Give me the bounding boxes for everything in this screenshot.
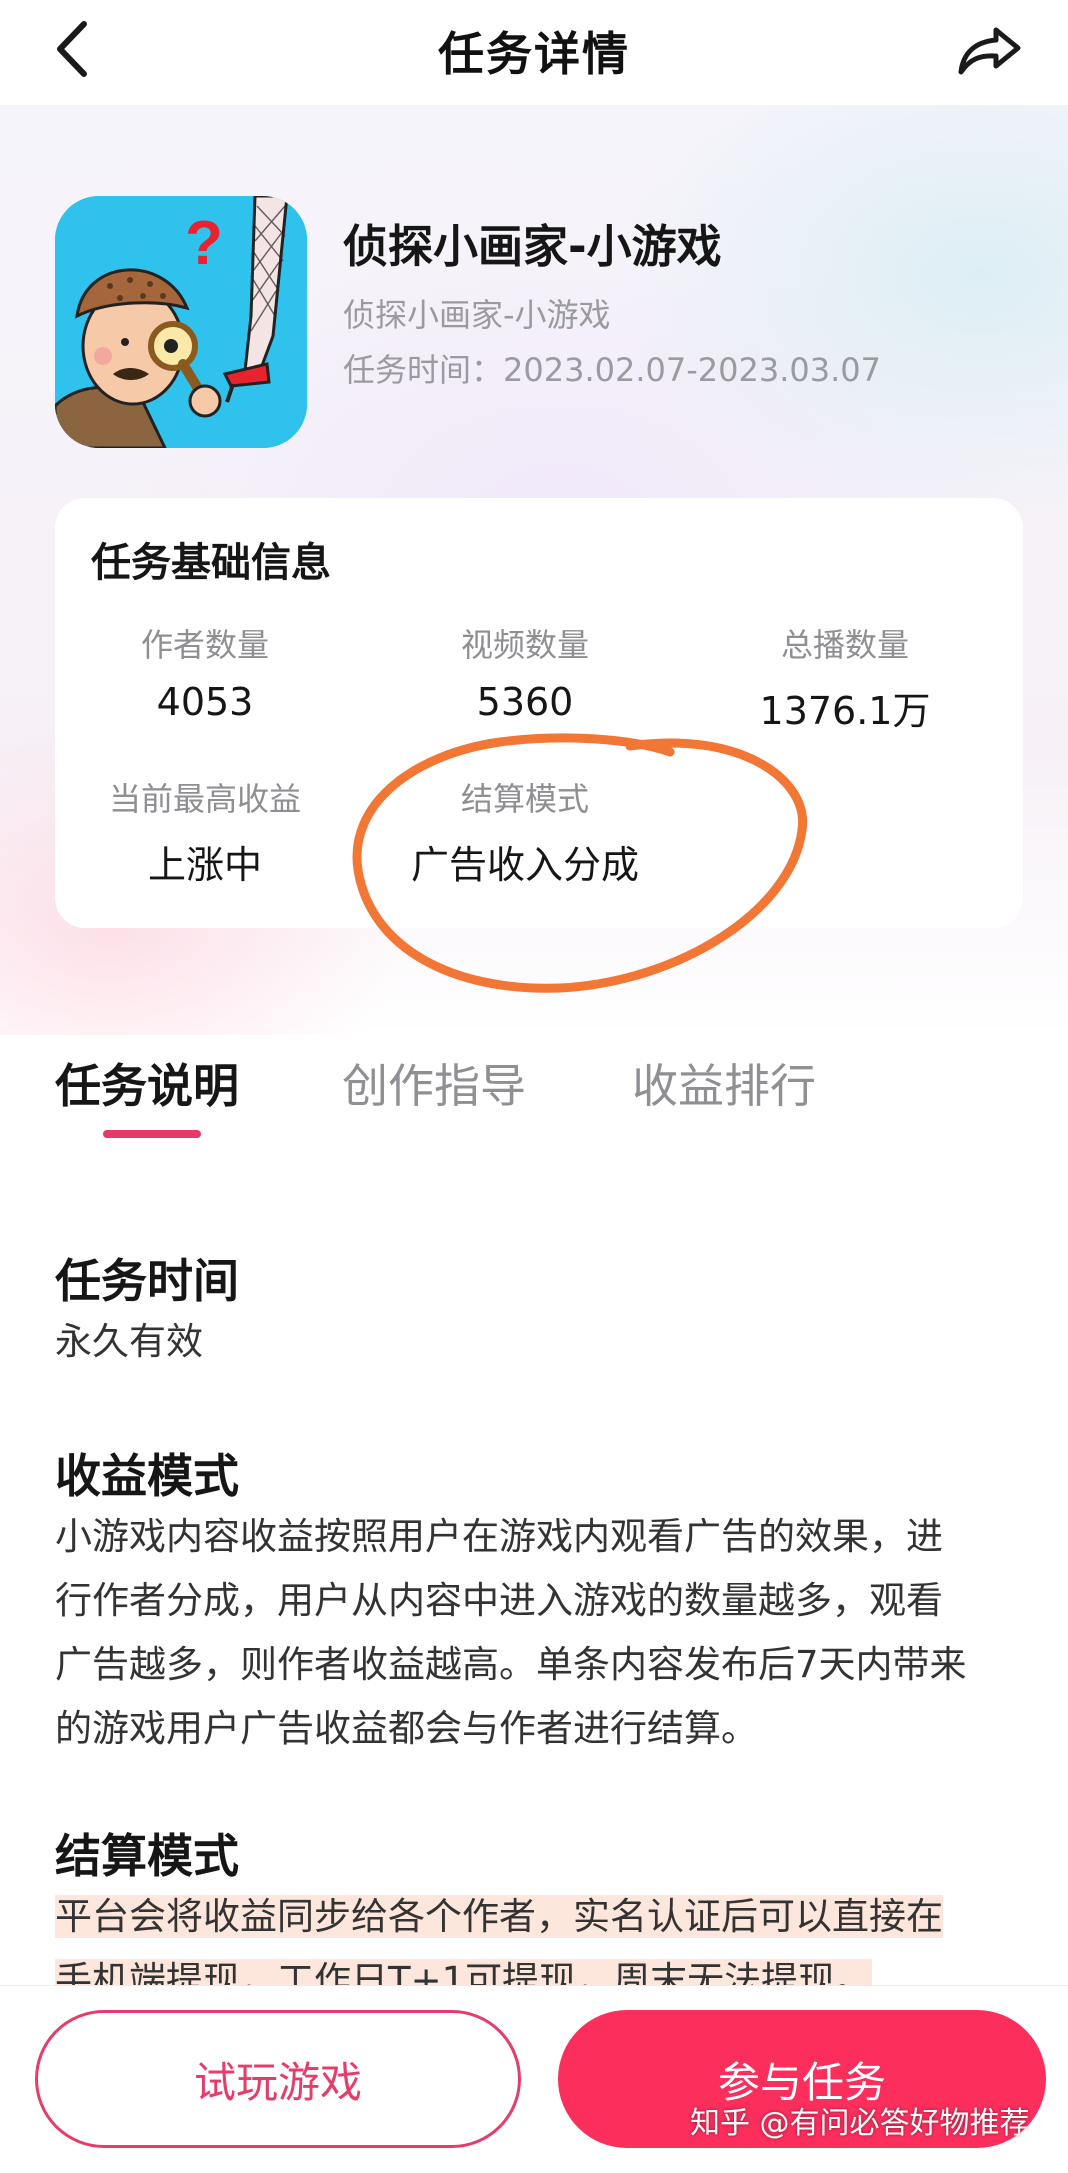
tab-task-description[interactable]: 任务说明: [55, 1050, 239, 1116]
try-game-button[interactable]: 试玩游戏: [35, 2010, 521, 2148]
text-line: 行作者分成，用户从内容中进入游戏的数量越多，观看: [55, 1579, 943, 1622]
text-line: 的游戏用户广告收益都会与作者进行结算。: [55, 1707, 758, 1750]
top-nav-bar: 任务详情: [0, 0, 1068, 105]
svg-text:?: ?: [185, 209, 223, 278]
app-subtitle: 侦探小画家-小游戏: [343, 296, 611, 334]
stat-settlement-mode: 结算模式 广告收入分成: [375, 774, 675, 889]
tab-creation-guide[interactable]: 创作指导: [342, 1050, 526, 1116]
stat-label: 结算模式: [460, 780, 589, 818]
stat-value: 1376.1万: [759, 689, 931, 733]
stat-video-count: 视频数量 5360: [375, 620, 675, 724]
task-basic-info-card: 任务基础信息 作者数量 4053 视频数量 5360 总播数量 1376.1万 …: [55, 498, 1023, 928]
stat-value: 广告收入分成: [410, 843, 639, 887]
detective-game-icon: ?: [55, 196, 307, 448]
bottom-action-bar: 试玩游戏 参与任务: [0, 1985, 1068, 2173]
tab-bar: 任务说明 创作指导 收益排行: [0, 1040, 1068, 1180]
stat-author-count: 作者数量 4053: [55, 620, 355, 724]
task-period: 任务时间：2023.02.07-2023.03.07: [343, 351, 881, 389]
stat-value: 5360: [476, 680, 574, 724]
stat-label: 当前最高收益: [108, 780, 301, 818]
share-button[interactable]: [952, 14, 1028, 84]
app-name: 侦探小画家-小游戏: [343, 220, 722, 273]
text-line: 小游戏内容收益按照用户在游戏内观看广告的效果，进: [55, 1515, 943, 1558]
highlighted-line: 平台会将收益同步给各个作者，实名认证后可以直接在: [55, 1895, 943, 1938]
stat-value: 上涨中: [147, 843, 262, 887]
card-title: 任务基础信息: [91, 540, 331, 586]
share-arrow-icon: [958, 27, 1021, 75]
stat-total-plays: 总播数量 1376.1万: [695, 620, 995, 735]
watermark: 知乎 @有问必答好物推荐: [690, 2106, 1030, 2141]
stat-max-earning: 当前最高收益 上涨中: [55, 774, 355, 889]
page-title: 任务详情: [438, 27, 630, 81]
section-title-task-time: 任务时间: [55, 1254, 239, 1308]
section-title-earning-mode: 收益模式: [55, 1449, 239, 1503]
stat-label: 作者数量: [140, 626, 269, 664]
stat-value: 4053: [156, 680, 254, 724]
stat-label: 视频数量: [460, 626, 589, 664]
tab-earning-ranking[interactable]: 收益排行: [632, 1050, 816, 1116]
section-text-earning-mode: 小游戏内容收益按照用户在游戏内观看广告的效果，进 行作者分成，用户从内容中进入游…: [55, 1505, 1023, 1761]
stat-label: 总播数量: [780, 626, 909, 664]
active-tab-indicator: [103, 1130, 201, 1138]
text-line: 广告越多，则作者收益越高。单条内容发布后7天内带来: [55, 1643, 967, 1686]
section-title-settlement: 结算模式: [55, 1829, 239, 1883]
section-text-task-time: 永久有效: [55, 1320, 203, 1363]
